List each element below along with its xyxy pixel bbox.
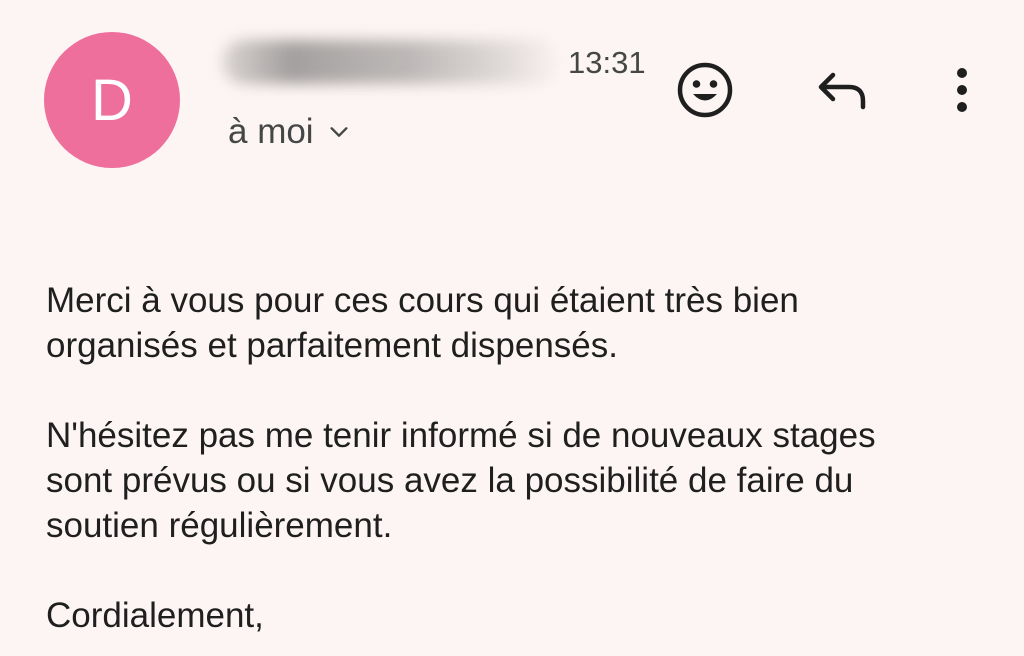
body-paragraph-thanks: Merci à vous pour ces cours qui étaient … bbox=[46, 278, 1006, 368]
smiley-face-icon bbox=[677, 62, 733, 118]
body-signoff: Cordialement, bbox=[46, 593, 1006, 638]
reply-arrow-icon bbox=[818, 72, 866, 110]
more-options-button[interactable] bbox=[932, 60, 992, 120]
sender-avatar[interactable]: D bbox=[44, 32, 180, 168]
email-time: 13:31 bbox=[568, 45, 646, 80]
body-line: organisés et parfaitement dispensés. bbox=[46, 326, 618, 365]
add-reaction-button[interactable] bbox=[675, 60, 735, 120]
body-line: sont prévus ou si vous avez la possibili… bbox=[46, 461, 854, 500]
body-line: N'hésitez pas me tenir informé si de nou… bbox=[46, 416, 876, 455]
email-header: D 13:31 à moi bbox=[0, 0, 1024, 190]
body-line: soutien régulièrement. bbox=[46, 506, 393, 545]
recipient-toggle[interactable]: à moi bbox=[228, 112, 350, 152]
email-body: Merci à vous pour ces cours qui étaient … bbox=[46, 278, 1006, 638]
body-paragraph-request: N'hésitez pas me tenir informé si de nou… bbox=[46, 413, 1006, 548]
more-vertical-icon bbox=[957, 68, 967, 112]
chevron-down-icon bbox=[330, 127, 348, 137]
recipient-label: à moi bbox=[228, 112, 314, 151]
avatar-letter: D bbox=[91, 67, 133, 133]
reply-button[interactable] bbox=[812, 60, 872, 120]
body-line: Cordialement, bbox=[46, 596, 264, 635]
body-line: Merci à vous pour ces cours qui étaient … bbox=[46, 281, 799, 320]
sender-name-redacted[interactable] bbox=[222, 40, 562, 84]
